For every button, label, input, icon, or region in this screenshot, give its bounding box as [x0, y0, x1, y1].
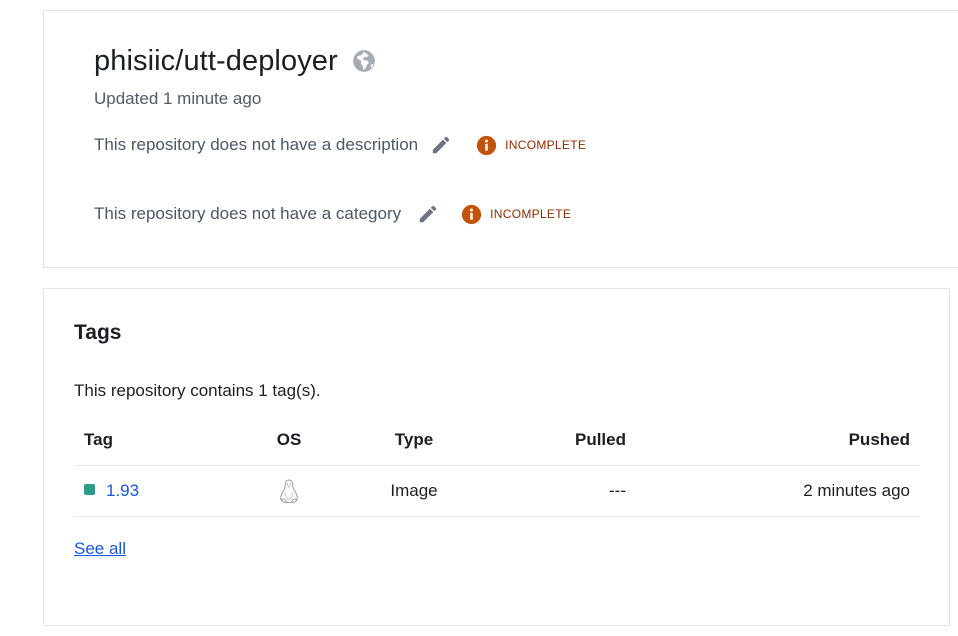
info-icon — [476, 135, 497, 156]
badge-label: INCOMPLETE — [490, 207, 572, 221]
os-cell — [264, 466, 314, 516]
column-header-pushed: Pushed — [848, 430, 910, 449]
column-header-tag: Tag — [84, 430, 113, 449]
tags-count-text: This repository contains 1 tag(s). — [74, 381, 321, 400]
pulled-cell: --- — [609, 481, 626, 500]
tags-table: Tag OS Type Pulled Pushed 1.93 Image ---… — [74, 415, 920, 517]
incomplete-badge: INCOMPLETE — [476, 135, 586, 156]
status-indicator — [84, 484, 95, 496]
column-header-os: OS — [276, 430, 302, 449]
repository-header-card: phisiic/utt-deployer Updated 1 minute ag… — [43, 10, 958, 268]
description-row: This repository does not have a descript… — [94, 132, 586, 158]
linux-icon — [278, 476, 300, 504]
description-text: This repository does not have a descript… — [94, 135, 419, 154]
repo-title-row: phisiic/utt-deployer — [94, 41, 377, 81]
column-header-pulled: Pulled — [574, 430, 626, 449]
type-cell: Image — [390, 481, 438, 500]
pencil-icon[interactable] — [430, 134, 452, 156]
info-icon — [461, 204, 482, 225]
pencil-icon[interactable] — [417, 203, 439, 225]
column-header-type: Type — [394, 430, 434, 449]
category-row: This repository does not have a category… — [94, 201, 571, 227]
tag-cell: 1.93 — [84, 466, 139, 516]
tags-card: Tags This repository contains 1 tag(s). … — [43, 288, 950, 626]
table-row: 1.93 Image --- 2 minutes ago — [74, 466, 920, 517]
table-header-row: Tag OS Type Pulled Pushed — [74, 415, 920, 466]
tag-link[interactable]: 1.93 — [106, 481, 139, 500]
see-all-link[interactable]: See all — [74, 539, 126, 559]
category-text: This repository does not have a category — [94, 204, 402, 223]
pushed-cell: 2 minutes ago — [803, 481, 910, 500]
badge-label: INCOMPLETE — [505, 138, 587, 152]
incomplete-badge: INCOMPLETE — [461, 204, 571, 225]
tags-heading: Tags — [74, 321, 122, 344]
globe-icon — [351, 48, 377, 74]
repo-name: phisiic/utt-deployer — [94, 44, 338, 77]
updated-timestamp: Updated 1 minute ago — [94, 89, 262, 108]
